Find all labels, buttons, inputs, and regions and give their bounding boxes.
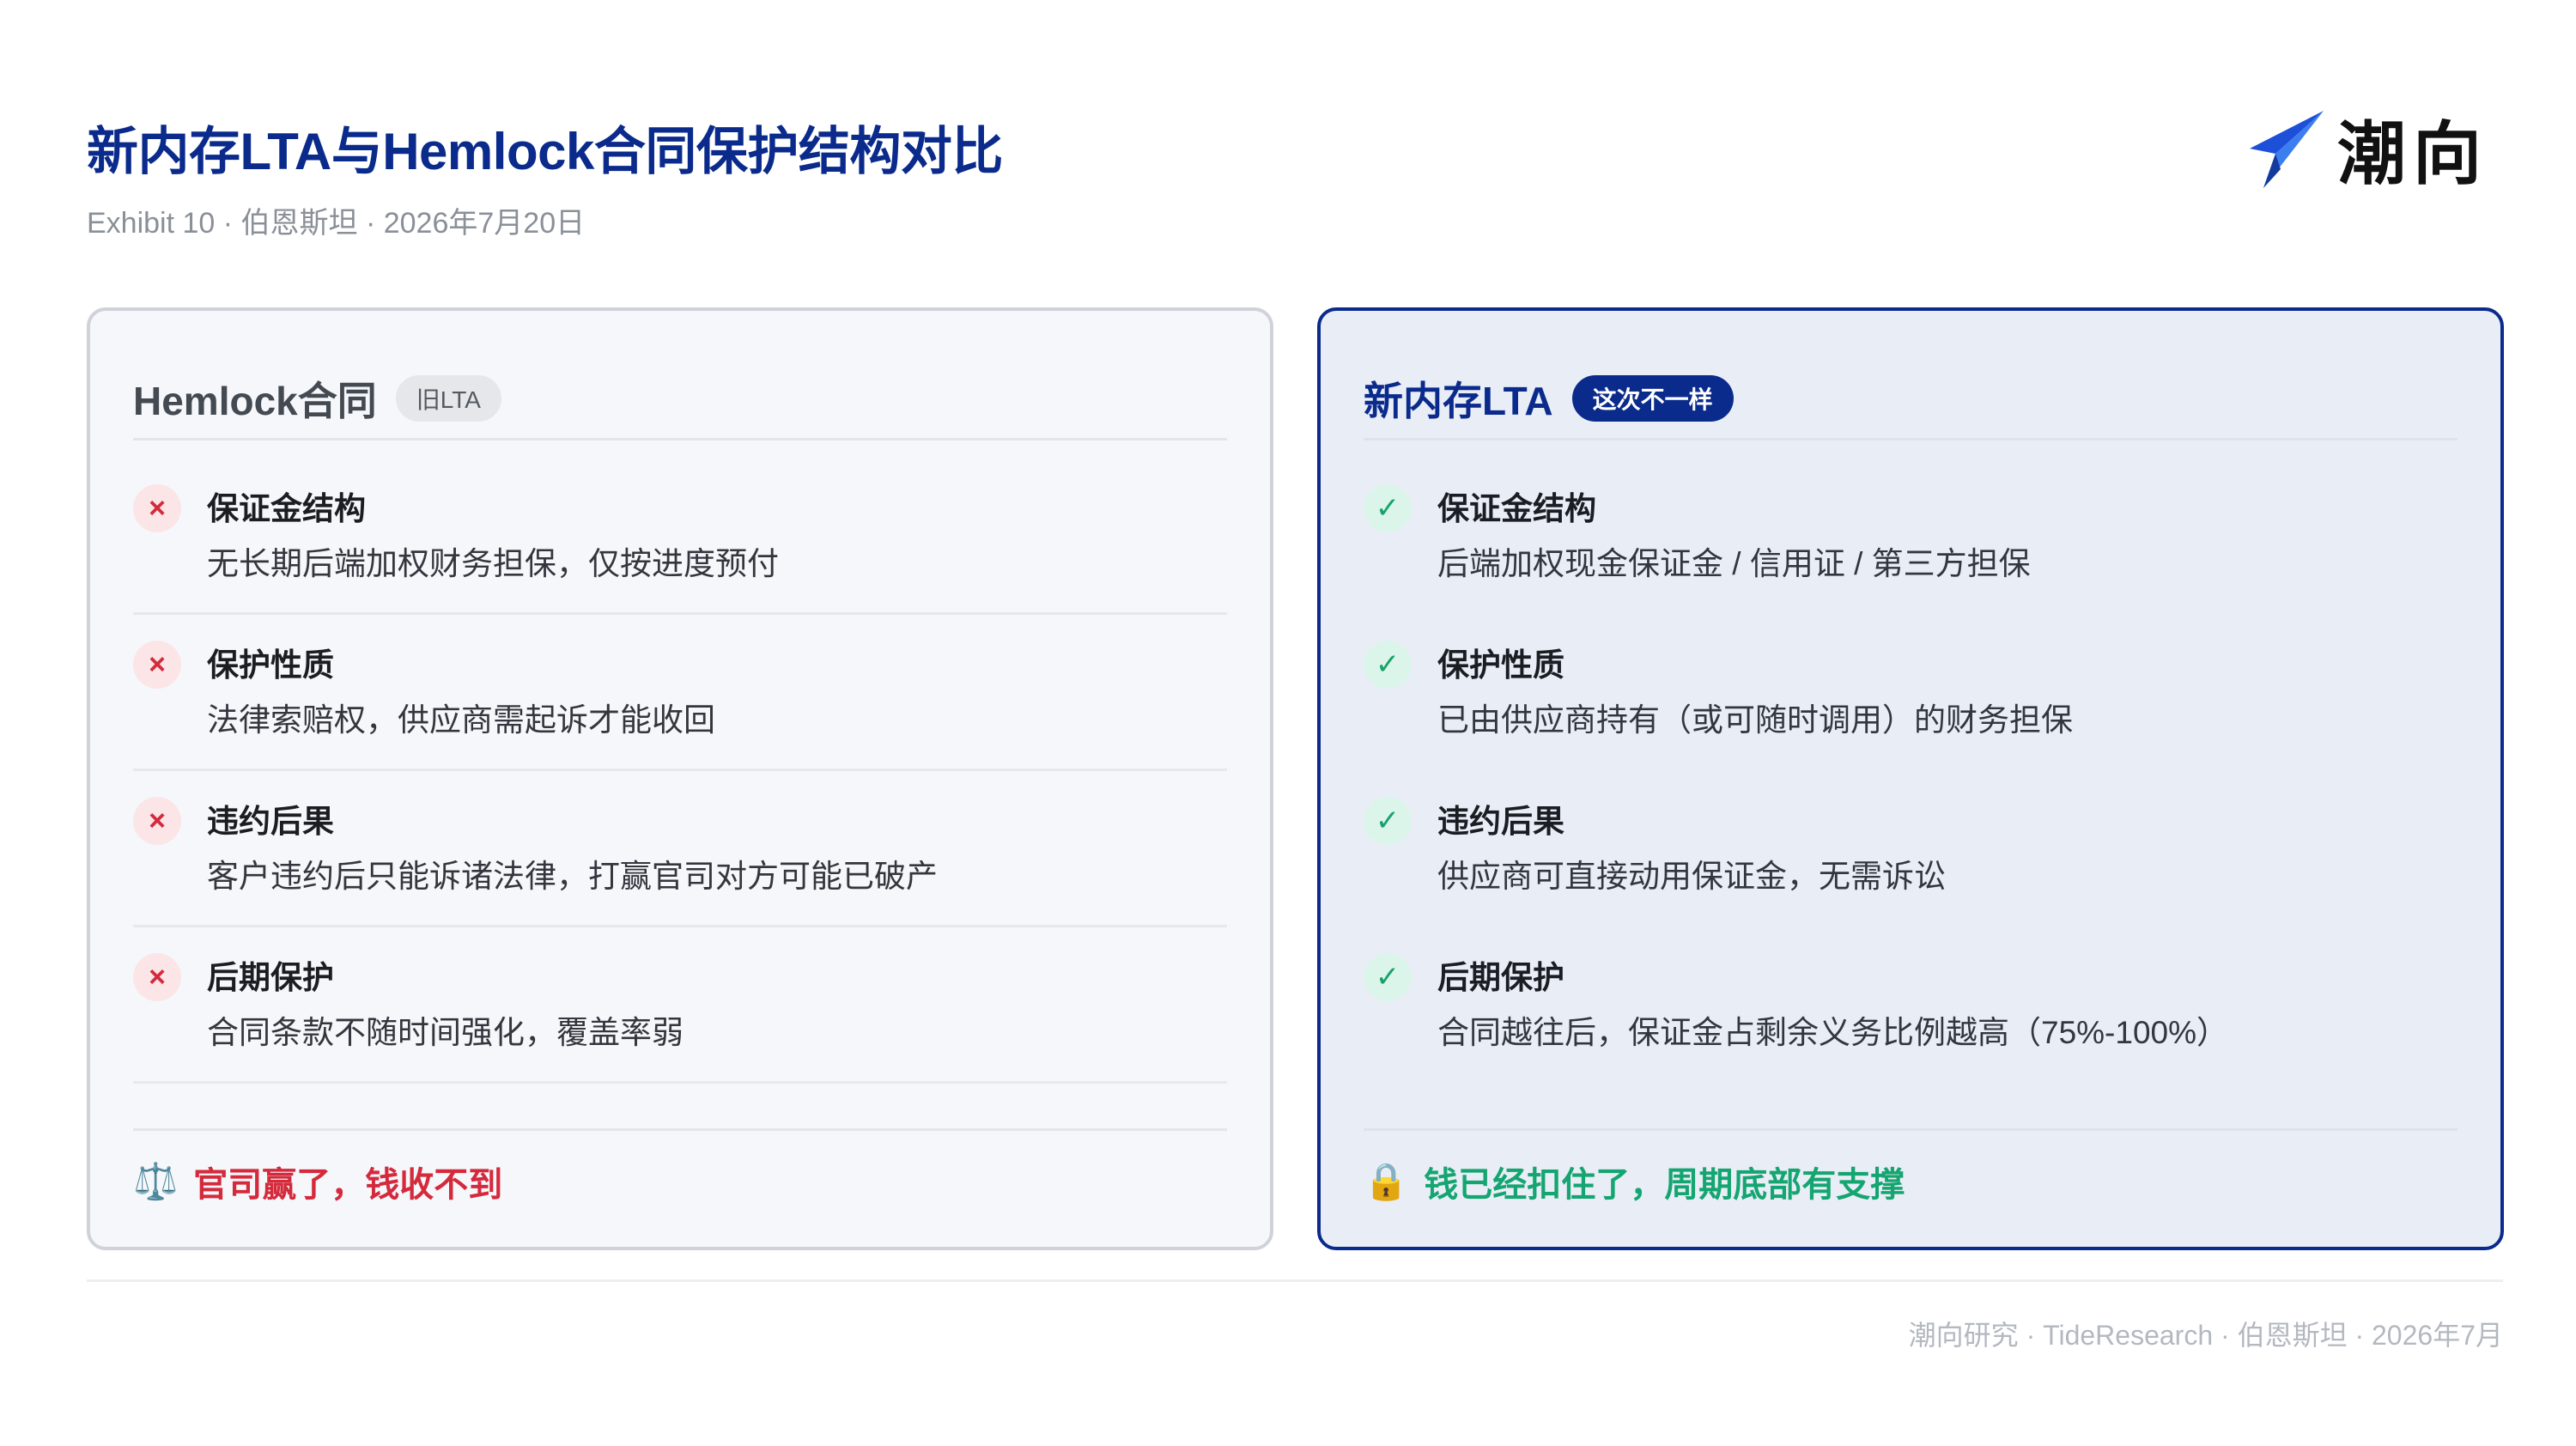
item-title: 违约后果 (1437, 804, 1564, 839)
cross-icon: × (133, 797, 181, 845)
list-item: ✓ 保护性质 已由供应商持有（或可随时调用）的财务担保 (1364, 615, 2458, 771)
item-title: 后期保护 (1437, 960, 1564, 995)
arrow-swoosh-icon (2250, 111, 2324, 188)
item-desc: 无长期后端加权财务担保，仅按进度预付 (207, 546, 779, 581)
item-title: 违约后果 (207, 804, 334, 839)
cross-icon: × (133, 953, 181, 1001)
list-item: × 违约后果 客户违约后只能诉诸法律，打赢官司对方可能已破产 (133, 771, 1227, 927)
logo-text: 潮向 (2337, 116, 2488, 192)
divider (1364, 1128, 2458, 1131)
divider (133, 438, 1227, 440)
item-title: 保证金结构 (207, 491, 366, 526)
list-item: × 保护性质 法律索赔权，供应商需起诉才能收回 (133, 615, 1227, 771)
different-this-time-badge: 这次不一样 (1571, 375, 1734, 422)
conclusion: ⚖️ 官司赢了，钱收不到 (133, 1156, 502, 1207)
page-title: 新内存LTA与Hemlock合同保护结构对比 (87, 123, 1003, 180)
card-title: 新内存LTA (1364, 379, 1553, 423)
card-header: Hemlock合同 旧LTA (133, 357, 1227, 440)
conclusion-text: 钱已经扣住了，周期底部有支撑 (1424, 1166, 1905, 1204)
item-desc: 已由供应商持有（或可随时调用）的财务担保 (1437, 702, 2073, 738)
item-desc: 后端加权现金保证金 / 信用证 / 第三方担保 (1437, 546, 2031, 581)
page: 新内存LTA与Hemlock合同保护结构对比 Exhibit 10 · 伯恩斯坦… (0, 0, 2576, 1446)
divider (1364, 438, 2458, 440)
cross-icon: × (133, 484, 181, 532)
footer-credit: 潮向研究 · TideResearch · 伯恩斯坦 · 2026年7月 (1908, 1320, 2503, 1351)
list-item: ✓ 后期保护 合同越往后，保证金占剩余义务比例越高（75%-100%） (1364, 927, 2458, 1084)
item-desc: 供应商可直接动用保证金，无需诉讼 (1437, 859, 1946, 894)
divider (1364, 1081, 2458, 1084)
list-item: ✓ 保证金结构 后端加权现金保证金 / 信用证 / 第三方担保 (1364, 459, 2458, 615)
item-desc: 合同条款不随时间强化，覆盖率弱 (207, 1015, 683, 1050)
item-title: 保护性质 (207, 647, 334, 683)
divider (133, 1081, 1227, 1084)
item-title: 保护性质 (1437, 647, 1564, 683)
conclusion: 🔒 钱已经扣住了，周期底部有支撑 (1364, 1156, 1905, 1207)
item-title: 后期保护 (207, 960, 334, 995)
check-icon: ✓ (1364, 953, 1412, 1001)
item-desc: 合同越往后，保证金占剩余义务比例越高（75%-100%） (1437, 1015, 2229, 1050)
check-icon: ✓ (1364, 641, 1412, 689)
check-icon: ✓ (1364, 797, 1412, 845)
list-item: × 保证金结构 无长期后端加权财务担保，仅按进度预付 (133, 459, 1227, 615)
check-icon: ✓ (1364, 484, 1412, 532)
item-title: 保证金结构 (1437, 491, 1596, 526)
card-title: Hemlock合同 (133, 379, 377, 423)
cross-icon: × (133, 641, 181, 689)
item-desc: 客户违约后只能诉诸法律，打赢官司对方可能已破产 (207, 859, 938, 894)
lock-icon: 🔒 (1364, 1160, 1409, 1201)
old-lta-badge: 旧LTA (395, 375, 501, 422)
new-memory-lta-card: 新内存LTA 这次不一样 ✓ 保证金结构 后端加权现金保证金 / 信用证 / 第… (1317, 307, 2504, 1250)
page-subtitle: Exhibit 10 · 伯恩斯坦 · 2026年7月20日 (87, 207, 586, 240)
hemlock-contract-card: Hemlock合同 旧LTA × 保证金结构 无长期后端加权财务担保，仅按进度预… (87, 307, 1273, 1250)
scales-icon: ⚖️ (133, 1160, 179, 1201)
list-item: ✓ 违约后果 供应商可直接动用保证金，无需诉讼 (1364, 771, 2458, 927)
footer-divider (87, 1279, 2503, 1282)
divider (133, 1128, 1227, 1131)
list-item: × 后期保护 合同条款不随时间强化，覆盖率弱 (133, 927, 1227, 1084)
card-header: 新内存LTA 这次不一样 (1364, 357, 2458, 440)
conclusion-text: 官司赢了，钱收不到 (193, 1166, 503, 1204)
item-desc: 法律索赔权，供应商需起诉才能收回 (207, 702, 715, 738)
brand-logo: 潮向 (2241, 101, 2490, 196)
